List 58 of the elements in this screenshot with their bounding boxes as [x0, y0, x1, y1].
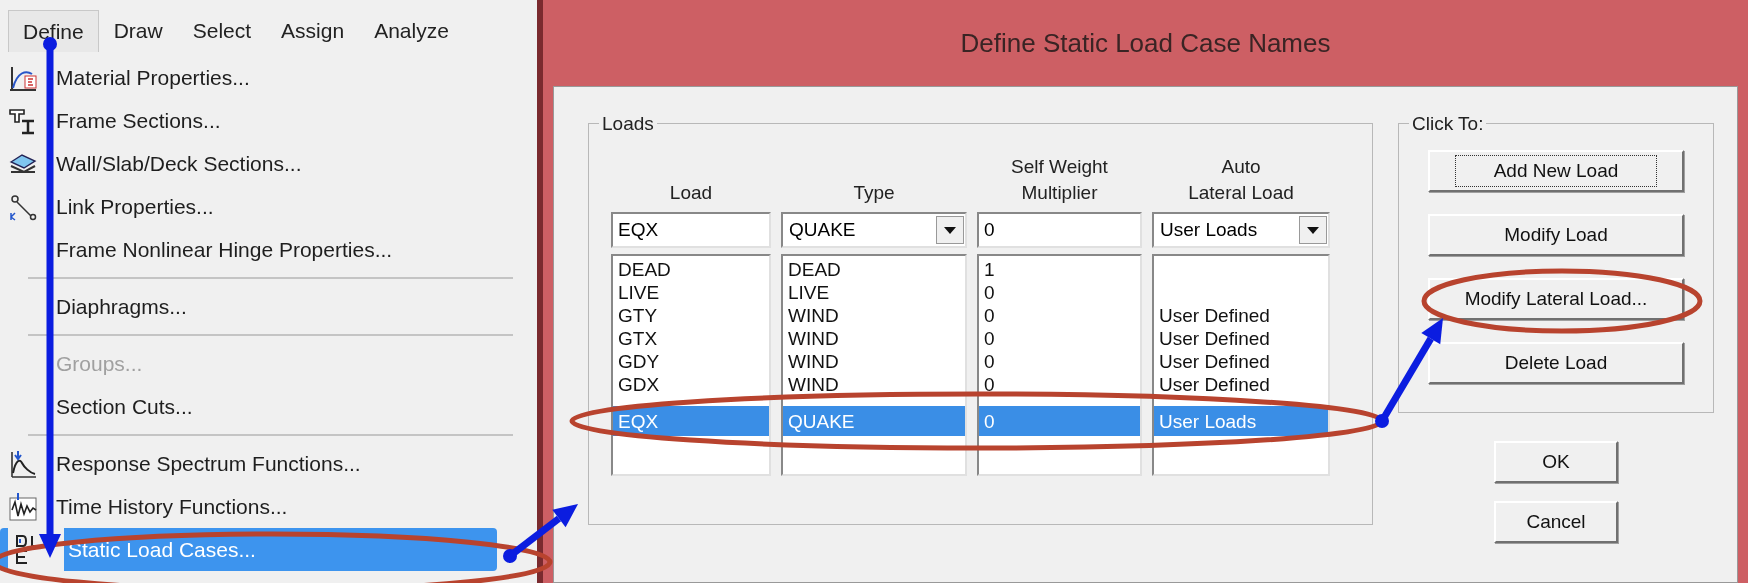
- menu-bar-item[interactable]: Define: [8, 10, 99, 52]
- window-title: Define Static Load Case Names: [960, 26, 1331, 60]
- menu-item[interactable]: Wall/Slab/Deck Sections...: [0, 142, 537, 185]
- list-box[interactable]: User Defined User Defined User Defined User Defined User Loads: [1152, 254, 1330, 476]
- menu-item[interactable]: Time History Functions...: [0, 485, 537, 528]
- list-row[interactable]: LIVE: [613, 281, 769, 304]
- list-row[interactable]: User Defined: [1154, 304, 1328, 327]
- dialog-button[interactable]: Delete Load: [1428, 342, 1684, 384]
- list-row[interactable]: DEAD: [783, 258, 965, 281]
- menu-item[interactable]: Material Properties...: [0, 56, 537, 99]
- list-row[interactable]: WIND: [783, 327, 965, 350]
- menu-bar-item[interactable]: Draw: [98, 10, 178, 52]
- dialog-button[interactable]: Modify Lateral Load...: [1428, 278, 1684, 320]
- link-icon: [8, 192, 38, 221]
- list-row[interactable]: 1: [979, 258, 1140, 281]
- dialog-button[interactable]: Modify Load: [1428, 214, 1684, 256]
- list-row[interactable]: 0: [979, 281, 1140, 304]
- list-box[interactable]: DEAD LIVE GTY GTX GDY GDX EQX: [611, 254, 771, 476]
- menu-bar-item[interactable]: Assign: [266, 10, 360, 52]
- list-row[interactable]: User Defined: [1154, 327, 1328, 350]
- list-row[interactable]: User Defined: [1154, 350, 1328, 373]
- list-row[interactable]: GDX: [613, 373, 769, 396]
- menu-item[interactable]: Frame Sections...: [0, 99, 537, 142]
- waveform-icon: [8, 491, 38, 522]
- dialog-button[interactable]: Add New Load: [1428, 150, 1684, 192]
- list-row[interactable]: GTX: [613, 327, 769, 350]
- list-row[interactable]: GDY: [613, 350, 769, 373]
- list-row[interactable]: User Defined: [1154, 373, 1328, 396]
- menu-item[interactable]: Frame Nonlinear Hinge Properties...: [0, 228, 537, 271]
- input-field[interactable]: 0: [977, 212, 1142, 248]
- dropdown[interactable]: QUAKE: [781, 212, 967, 248]
- menu-bar-item[interactable]: Select: [177, 10, 267, 52]
- list-row[interactable]: GTY: [613, 304, 769, 327]
- list-row[interactable]: 0: [979, 304, 1140, 327]
- list-row[interactable]: DEAD: [613, 258, 769, 281]
- column-header: Type: [852, 181, 896, 205]
- list-box[interactable]: 1 0 0 0 0 0 0: [977, 254, 1142, 476]
- list-row[interactable]: WIND: [783, 373, 965, 396]
- menu-bar-item[interactable]: Analyze: [359, 10, 464, 52]
- input-field[interactable]: EQX: [611, 212, 771, 248]
- list-row[interactable]: 0: [979, 350, 1140, 373]
- list-row[interactable]: 0: [979, 373, 1140, 396]
- dialog-button[interactable]: Cancel: [1494, 501, 1618, 543]
- column-header: Load: [668, 181, 714, 205]
- list-row[interactable]: WIND: [783, 304, 965, 327]
- spectrum-icon: [8, 448, 38, 479]
- list-row[interactable]: WIND: [783, 350, 965, 373]
- column-header: Auto Lateral Load: [1187, 155, 1295, 205]
- dialog-button[interactable]: OK: [1494, 441, 1618, 483]
- menu-item[interactable]: Section Cuts...: [0, 385, 537, 428]
- dropdown[interactable]: User Loads: [1152, 212, 1330, 248]
- menu-item[interactable]: Response Spectrum Functions...: [0, 442, 537, 485]
- list-row[interactable]: 0: [979, 327, 1140, 350]
- list-row[interactable]: LIVE: [783, 281, 965, 304]
- menu-item[interactable]: Diaphragms...: [0, 285, 537, 328]
- column-header: Self Weight Multiplier: [1010, 155, 1109, 205]
- menu-item[interactable]: Link Properties...: [0, 185, 537, 228]
- list-box[interactable]: DEAD LIVE WIND WIND WIND WIND QUAKE: [781, 254, 967, 476]
